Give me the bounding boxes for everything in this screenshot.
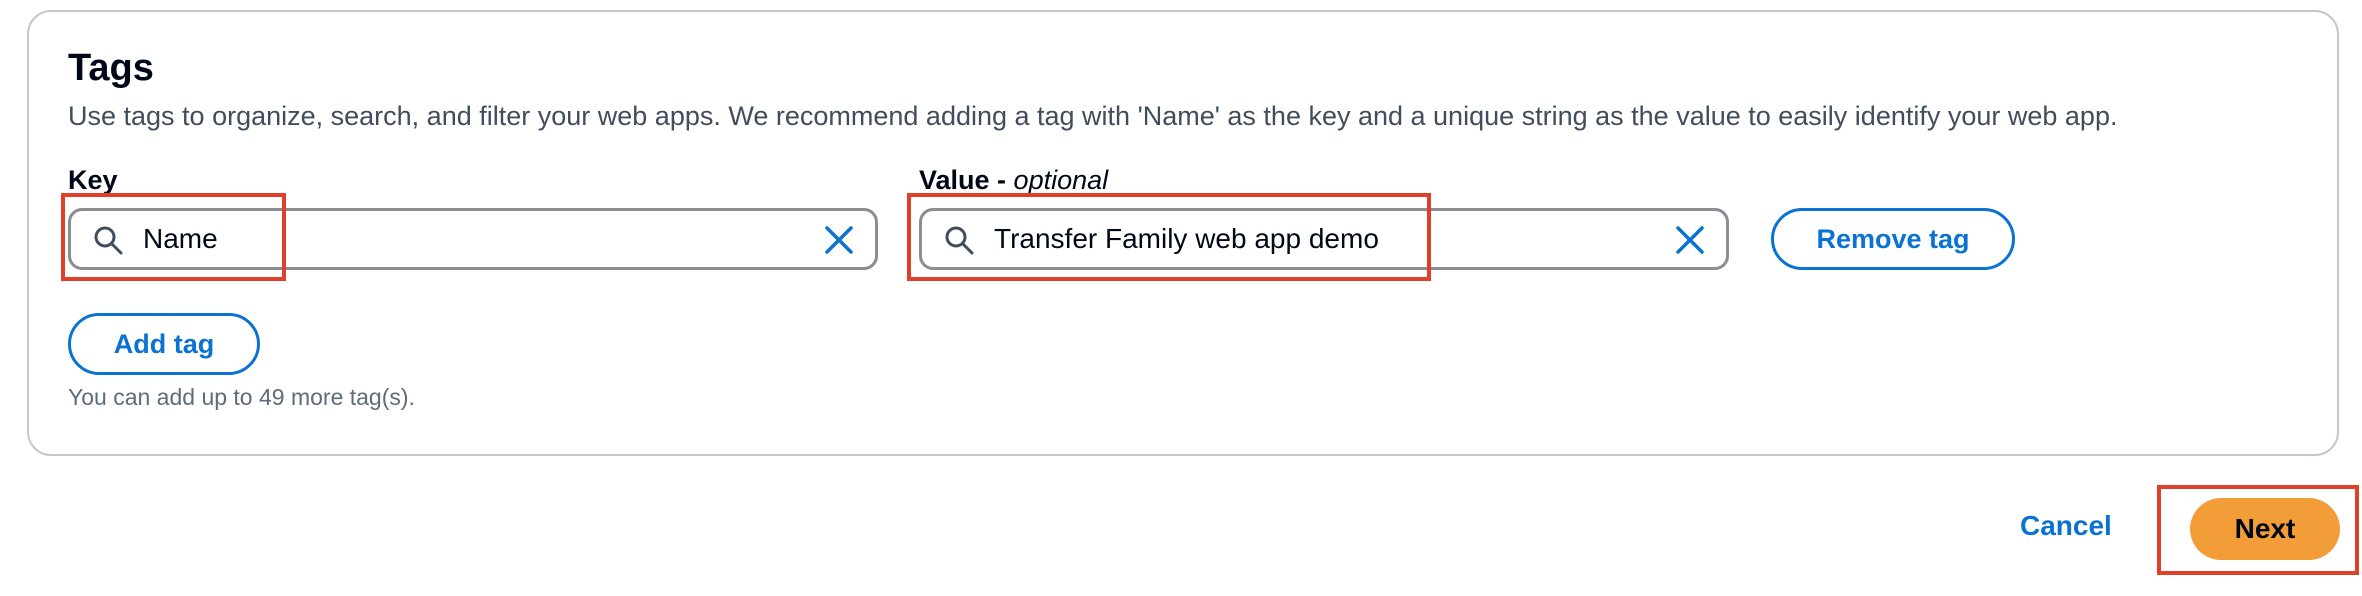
cancel-button[interactable]: Cancel [2020,510,2112,542]
tags-description: Use tags to organize, search, and filter… [68,101,2118,131]
tags-title: Tags [68,47,154,89]
clear-icon[interactable] [1674,224,1706,256]
value-highlight-box [907,193,1431,281]
remove-tag-button[interactable]: Remove tag [1771,208,2015,270]
key-highlight-box [61,193,286,281]
value-label-text: Value - [919,165,1014,195]
add-tag-button[interactable]: Add tag [68,313,260,375]
next-button[interactable]: Next [2190,498,2340,560]
key-label-text: Key [68,165,118,195]
clear-icon[interactable] [823,224,855,256]
tags-limit-hint: You can add up to 49 more tag(s). [68,384,415,410]
value-label-optional: optional [1013,165,1109,195]
